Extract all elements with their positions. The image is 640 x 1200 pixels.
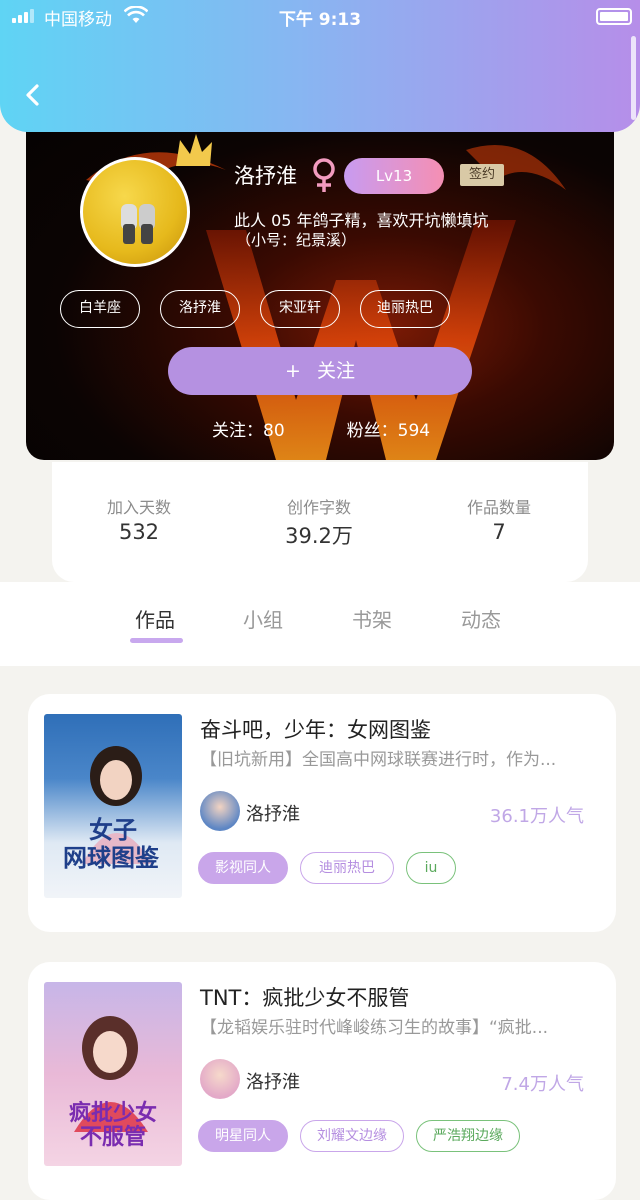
active-tab-indicator — [130, 638, 183, 643]
profile-tag[interactable]: 宋亚轩 — [260, 290, 340, 328]
profile-tag[interactable]: 白羊座 — [60, 290, 140, 328]
work-tag[interactable]: 明星同人 — [198, 1120, 288, 1152]
svg-text:女子: 女子 — [89, 815, 137, 844]
tab-groups[interactable]: 小组 — [243, 604, 283, 633]
scroll-indicator — [631, 36, 636, 120]
work-card[interactable]: 女子 网球图鉴 奋斗吧，少年：女网图鉴 【旧坑新用】全国高中网球联赛进行时，作为… — [28, 694, 616, 932]
tab-works[interactable]: 作品 — [135, 604, 175, 633]
back-icon[interactable] — [18, 80, 48, 110]
following-count[interactable]: 关注：80 — [212, 416, 285, 441]
author-avatar — [200, 791, 240, 831]
work-cover[interactable]: 疯批少女 不服管 — [44, 982, 182, 1166]
stat-value: 39.2万 — [285, 524, 353, 548]
stat-label: 创作字数 — [286, 498, 351, 517]
profile-tag[interactable]: 洛抒淮 — [160, 290, 240, 328]
user-name: 洛抒淮 — [234, 164, 297, 188]
profile-tags: 白羊座 洛抒淮 宋亚轩 迪丽热巴 — [60, 290, 450, 328]
work-cover[interactable]: 女子 网球图鉴 — [44, 714, 182, 898]
svg-text:不服管: 不服管 — [80, 1124, 146, 1150]
tab-bookshelf[interactable]: 书架 — [352, 604, 392, 633]
work-popularity: 36.1万人气 — [489, 806, 584, 827]
crown-icon — [176, 134, 212, 166]
work-popularity: 7.4万人气 — [501, 1074, 584, 1095]
stat-word-count: 创作字数 39.2万 — [254, 494, 384, 550]
work-description: 【旧坑新用】全国高中网球联赛进行时，作为... — [200, 750, 557, 770]
stat-value: 532 — [118, 520, 160, 544]
profile-tag[interactable]: 迪丽热巴 — [360, 290, 450, 328]
signed-badge: 签约 — [460, 164, 504, 186]
status-bar: 中国移动 下午 9:13 — [0, 4, 640, 30]
follow-label: 关注 — [316, 360, 355, 382]
work-tag[interactable]: 严浩翔边缘 — [416, 1120, 520, 1152]
tab-activity[interactable]: 动态 — [461, 604, 501, 633]
stat-label: 作品数量 — [466, 498, 531, 517]
stat-works-count: 作品数量 7 — [434, 494, 564, 544]
work-author: 洛抒淮 — [246, 1072, 300, 1093]
work-title[interactable]: 奋斗吧，少年：女网图鉴 — [200, 714, 431, 744]
work-description: 【龙韬娱乐驻时代峰峻练习生的故事】“疯批... — [200, 1018, 549, 1038]
stat-join-days: 加入天数 532 — [74, 494, 204, 544]
work-tags: 明星同人 刘耀文边缘 严浩翔边缘 — [198, 1120, 520, 1152]
tab-bar: 作品 小组 书架 动态 — [0, 582, 640, 666]
stat-value: 7 — [492, 520, 506, 544]
svg-text:网球图鉴: 网球图鉴 — [63, 843, 160, 872]
avatar[interactable] — [80, 157, 190, 267]
svg-text:疯批少女: 疯批少女 — [69, 1100, 157, 1126]
clock: 下午 9:13 — [278, 10, 362, 30]
work-tag[interactable]: iu — [406, 852, 456, 884]
profile-card: 洛抒淮 Lv13 签约 此人 05 年鸽子精，喜欢开坑懒填坑 （小号：纪景溪） … — [26, 110, 614, 460]
work-tag[interactable]: 迪丽热巴 — [300, 852, 394, 884]
header-bar: 中国移动 下午 9:13 — [0, 0, 640, 132]
follow-button[interactable]: + 关注 — [168, 347, 472, 395]
battery-icon — [596, 8, 632, 25]
female-icon — [313, 158, 335, 192]
bio-text: 此人 05 年鸽子精，喜欢开坑懒填坑 — [234, 211, 489, 230]
bio-alt-account: （小号：纪景溪） — [236, 231, 357, 249]
level-badge: Lv13 — [344, 158, 444, 194]
work-author: 洛抒淮 — [246, 804, 300, 825]
work-card[interactable]: 疯批少女 不服管 TNT：疯批少女不服管 【龙韬娱乐驻时代峰峻练习生的故事】“疯… — [28, 962, 616, 1200]
fans-count[interactable]: 粉丝：594 — [347, 416, 430, 441]
follow-counts: 关注：80 粉丝：594 — [212, 416, 430, 441]
work-title[interactable]: TNT：疯批少女不服管 — [200, 982, 409, 1012]
stat-label: 加入天数 — [106, 498, 171, 517]
plus-icon: + — [285, 360, 301, 382]
work-tag[interactable]: 刘耀文边缘 — [300, 1120, 404, 1152]
work-tag[interactable]: 影视同人 — [198, 852, 288, 884]
author-avatar — [200, 1059, 240, 1099]
stats-panel: 加入天数 532 创作字数 39.2万 作品数量 7 — [52, 462, 588, 582]
work-tags: 影视同人 迪丽热巴 iu — [198, 852, 456, 884]
